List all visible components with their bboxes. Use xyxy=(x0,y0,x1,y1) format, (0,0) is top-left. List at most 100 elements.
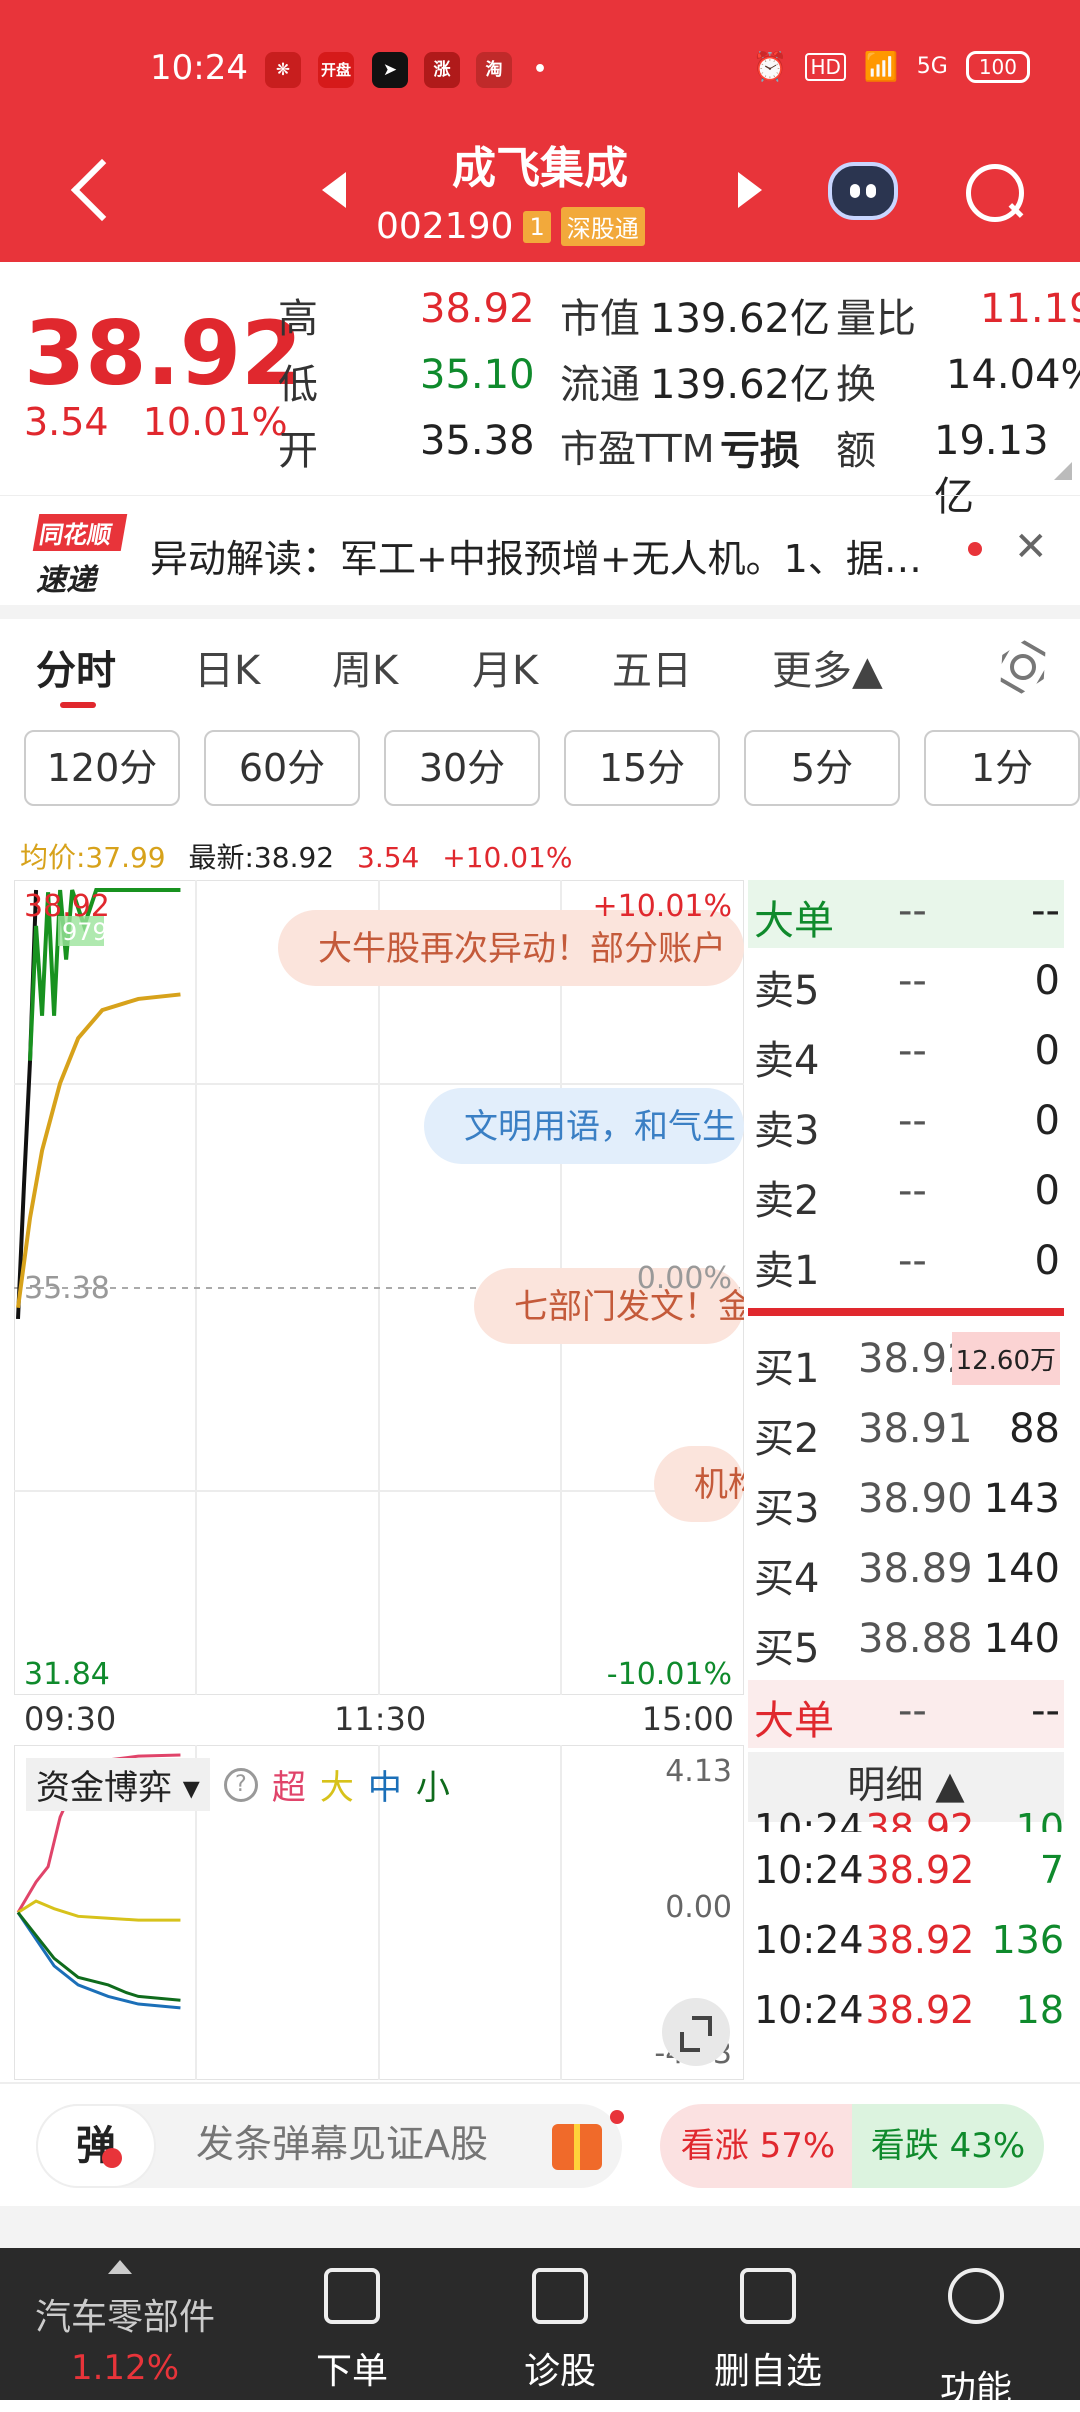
robot-assistant-icon[interactable] xyxy=(828,162,898,220)
status-bar: 10:24 ❋ 开盘 ➤ 涨 淘 • ⏰ HD 📶 5G 100 xyxy=(0,40,1080,100)
fund-type-select[interactable]: 资金博弈 ▾ xyxy=(26,1758,210,1811)
volume-ratio-label: 量比 xyxy=(836,296,916,342)
tab-60min[interactable]: 60分 xyxy=(204,730,360,806)
trade-row-partial: 10:2438.92 10 xyxy=(754,1806,1064,1832)
y-max-label: 38.92 xyxy=(24,889,110,924)
news-text[interactable]: 异动解读：军工+中报预增+无人机。1、据… xyxy=(150,528,922,583)
volume-ratio-value: 11.19 xyxy=(980,286,1080,332)
x-label-close: 15:00 xyxy=(641,1700,734,1738)
buy-row: 买1 38.92 12.60万 xyxy=(748,1328,1064,1396)
tab-monthly-k[interactable]: 月K xyxy=(472,638,538,696)
notification-app-icon-5: 淘 xyxy=(476,52,512,88)
big-order-buy-row: 大单 -- -- xyxy=(748,880,1064,948)
turnover-label: 换 xyxy=(836,362,876,408)
next-stock-arrow-icon[interactable] xyxy=(738,172,762,208)
latest-price-label: 最新:38.92 xyxy=(188,841,335,874)
sector-button[interactable]: 汽车零部件 1.12% xyxy=(0,2248,250,2400)
function-icon xyxy=(948,2268,1004,2324)
search-icon[interactable] xyxy=(966,164,1024,222)
header-bar: 10:24 ❋ 开盘 ➤ 涨 淘 • ⏰ HD 📶 5G 100 成飞集成 00… xyxy=(0,0,1080,262)
legend-small: 小 xyxy=(415,1768,450,1808)
tab-intraday[interactable]: 分时 xyxy=(36,638,116,696)
stock-name: 成飞集成 xyxy=(452,143,628,194)
section-divider xyxy=(0,605,1080,619)
danmu-toggle-button[interactable]: 弹 xyxy=(36,2104,156,2188)
gift-icon[interactable] xyxy=(552,2124,602,2170)
chart-header: 均价:37.99 最新:38.92 3.54 +10.01% xyxy=(20,836,572,876)
battery-icon: 100 xyxy=(965,50,1030,83)
avg-price-label: 均价:37.99 xyxy=(20,841,166,874)
fund-y-max: 4.13 xyxy=(665,1754,732,1789)
buy-row: 买5 38.88 140 xyxy=(754,1616,1060,1672)
pct-min-label: -10.01% xyxy=(607,1657,732,1692)
x-label-open: 09:30 xyxy=(24,1700,117,1738)
help-icon[interactable]: ? xyxy=(223,1767,258,1802)
notification-app-icon-2: 开盘 xyxy=(318,52,354,88)
chart-change-percent: +10.01% xyxy=(442,841,573,874)
mcap-label: 市值 xyxy=(560,296,640,342)
notification-app-icon-4: 涨 xyxy=(424,52,460,88)
danmu-text: 大牛股再次异动！部分账户 xyxy=(318,929,726,969)
trade-row: 10:2438.92 7 xyxy=(754,1848,1064,1892)
order-book: 大单 -- -- 卖5 -- 0 卖4 -- 0 卖3 -- 0 卖2 -- 0 卖1 -- 0 买… xyxy=(748,880,1068,2080)
buy-row: 买2 38.91 88 xyxy=(754,1406,1060,1462)
tab-1min[interactable]: 1分 xyxy=(924,730,1080,806)
divider xyxy=(0,2206,1080,2248)
chevron-up-icon xyxy=(108,2260,132,2274)
sell-row: 卖5 -- 0 xyxy=(754,958,1060,1014)
sector-percent: 1.12% xyxy=(70,2348,179,2388)
tab-15min[interactable]: 15分 xyxy=(564,730,720,806)
pct-mid-label: 0.00% xyxy=(637,1261,732,1296)
stock-code: 002190 xyxy=(376,206,514,247)
trade-row: 10:2438.92 136 xyxy=(754,1918,1064,1962)
nav-diagnose[interactable]: 诊股 xyxy=(480,2248,640,2400)
gift-badge-dot-icon xyxy=(610,2110,624,2124)
danmu-input[interactable] xyxy=(196,2122,556,2166)
hd-icon: HD xyxy=(805,52,846,81)
intraday-chart[interactable]: 大牛股再次异动！部分账户文明用语，和气生七部门发文！金机构 979 38.92 … xyxy=(14,880,744,1695)
notification-app-icon-1: ❋ xyxy=(265,52,301,88)
pct-max-label: +10.01% xyxy=(592,889,732,924)
status-icons: ⏰ HD 📶 5G 100 xyxy=(753,50,1030,83)
fund-legend: 资金博弈 ▾ ? 超 大 中 小 xyxy=(26,1758,450,1811)
danmu-text: 文明用语，和气生 xyxy=(464,1107,736,1147)
tab-more[interactable]: 更多▲ xyxy=(772,638,883,696)
tab-30min[interactable]: 30分 xyxy=(384,730,540,806)
bearish-vote-button[interactable]: 看跌 43% xyxy=(852,2104,1044,2188)
tab-120min[interactable]: 120分 xyxy=(24,730,180,806)
sell-row: 卖1 -- 0 xyxy=(754,1238,1060,1294)
nav-order[interactable]: 下单 xyxy=(272,2248,432,2400)
divider xyxy=(0,2082,1080,2084)
sell-row: 卖2 -- 0 xyxy=(754,1168,1060,1224)
danmu-check-icon xyxy=(102,2148,122,2168)
stock-subtitle: 002190 1 深股通 xyxy=(376,206,645,247)
amount-label: 额 xyxy=(836,428,876,474)
float-value: 139.62亿 xyxy=(650,362,830,408)
remove-watchlist-icon xyxy=(740,2268,796,2324)
danmu-bar: 弹 xyxy=(36,2104,622,2188)
tab-daily-k[interactable]: 日K xyxy=(194,638,260,696)
diagnose-icon xyxy=(532,2268,588,2324)
nav-remove-watchlist[interactable]: 删自选 xyxy=(688,2248,848,2400)
expand-icon[interactable] xyxy=(662,1998,730,2066)
tab-5min[interactable]: 5分 xyxy=(744,730,900,806)
change-percent: 10.01% xyxy=(142,400,288,444)
close-icon[interactable]: ✕ xyxy=(1014,524,1048,570)
bottom-nav: 汽车零部件 1.12% 下单 诊股 删自选 功能 xyxy=(0,2248,1080,2410)
tab-five-day[interactable]: 五日 xyxy=(612,638,692,696)
tab-weekly-k[interactable]: 周K xyxy=(332,638,398,696)
news-banner[interactable]: 同花顺 速递 异动解读：军工+中报预增+无人机。1、据… xyxy=(0,495,1080,605)
high-label: 高 xyxy=(278,296,318,342)
nav-function[interactable]: 功能 xyxy=(896,2248,1056,2410)
wifi-icon: 📶 xyxy=(863,50,899,83)
expand-quote-corner-icon[interactable] xyxy=(1054,462,1072,480)
low-label: 低 xyxy=(278,362,318,408)
unread-dot-icon xyxy=(968,542,982,556)
bullish-vote-button[interactable]: 看涨 57% xyxy=(660,2104,856,2188)
y-mid-label: 35.38 xyxy=(24,1271,110,1306)
settings-icon[interactable] xyxy=(996,640,1042,686)
open-label: 开 xyxy=(278,428,318,474)
price-change: 3.54 10.01% xyxy=(24,400,288,444)
sell-row: 卖4 -- 0 xyxy=(754,1028,1060,1084)
turnover-value: 14.04% xyxy=(946,352,1080,398)
